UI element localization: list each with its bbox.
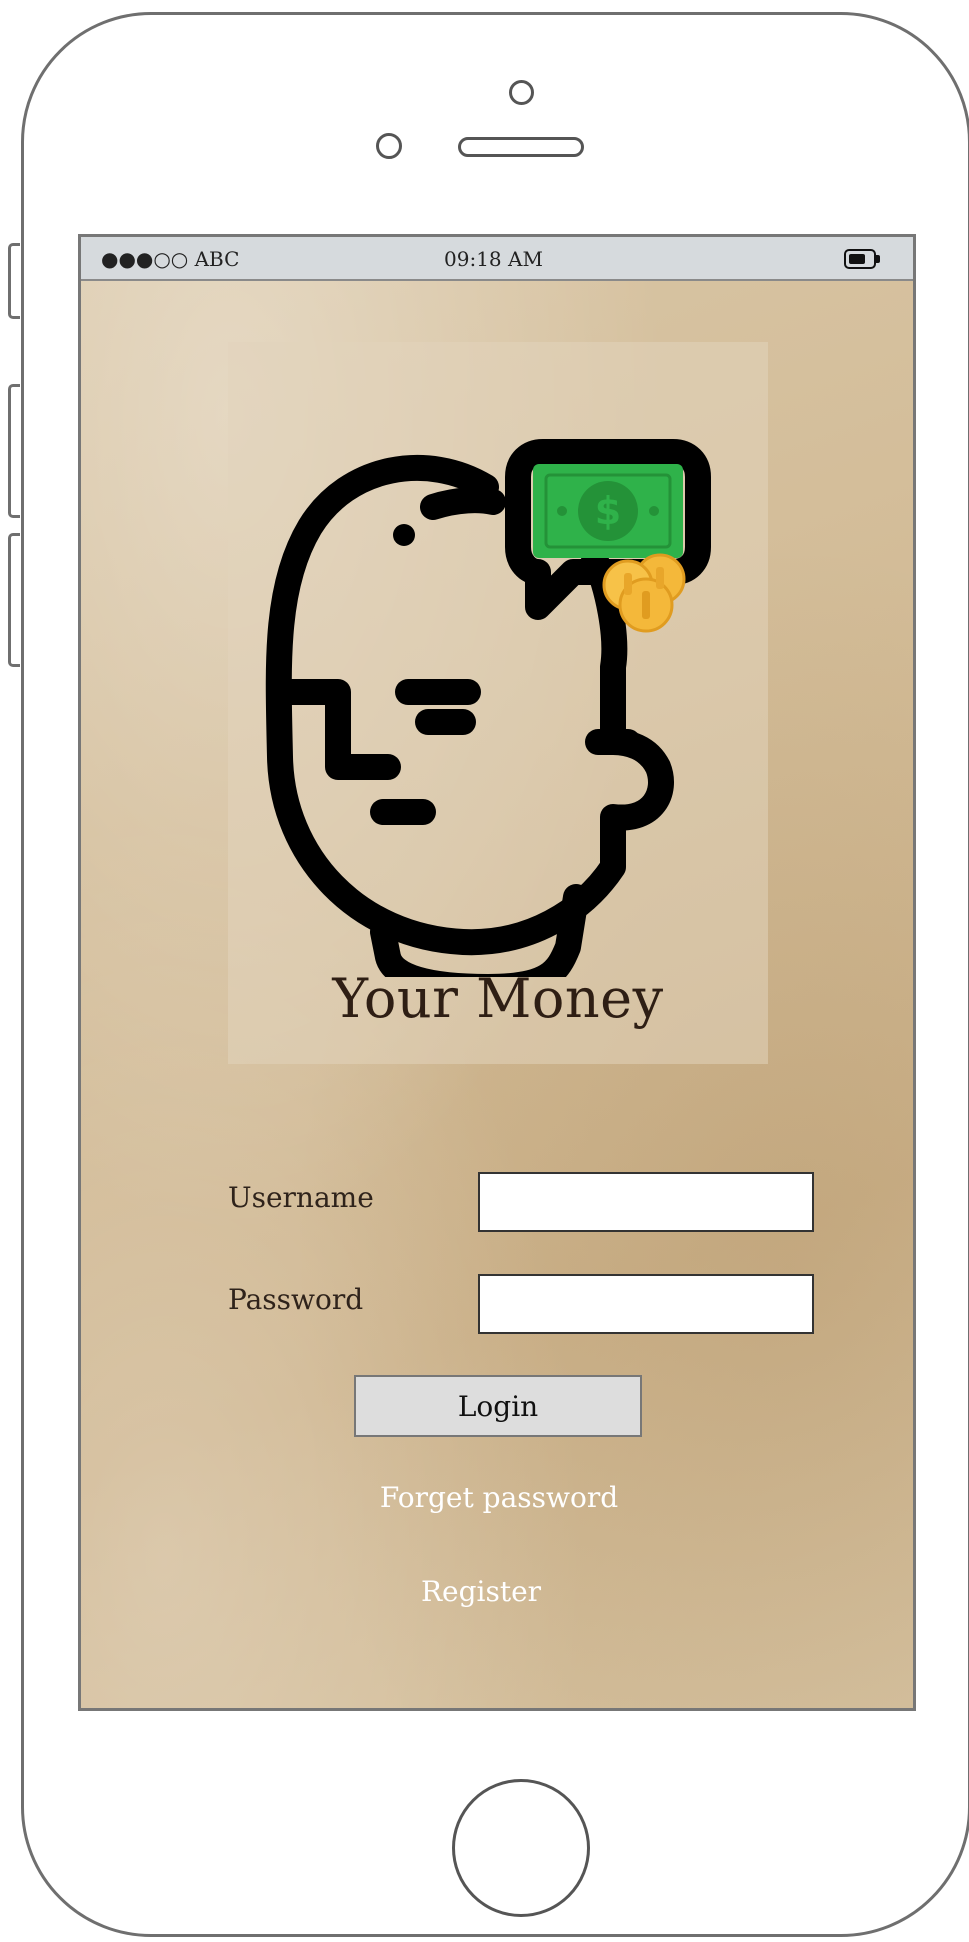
battery-tip <box>876 255 880 263</box>
carrier-signal: ●●●○○ ABC <box>101 247 240 271</box>
register-link[interactable]: Register <box>331 1575 631 1608</box>
app-name: Your Money <box>332 967 664 1030</box>
volume-down-button <box>8 533 20 667</box>
password-label: Password <box>228 1283 364 1316</box>
volume-up-button <box>8 384 20 518</box>
silent-switch <box>8 243 20 319</box>
username-label: Username <box>228 1181 374 1214</box>
login-button[interactable]: Login <box>354 1375 642 1437</box>
password-input[interactable] <box>478 1274 814 1334</box>
battery-icon <box>844 249 876 269</box>
head-money-icon: $ <box>265 439 711 977</box>
username-input[interactable] <box>478 1172 814 1232</box>
proximity-sensor <box>376 133 402 159</box>
forgot-password-link[interactable]: Forget password <box>349 1481 649 1514</box>
status-bar: ●●●○○ ABC 09:18 AM <box>81 237 913 281</box>
app-screen: ●●●○○ ABC 09:18 AM $ Your Money Username… <box>78 234 916 1711</box>
home-button[interactable] <box>452 1779 590 1917</box>
status-time: 09:18 AM <box>444 247 543 271</box>
front-camera <box>509 80 534 105</box>
earpiece-speaker <box>458 137 584 157</box>
svg-text:$: $ <box>595 489 621 533</box>
